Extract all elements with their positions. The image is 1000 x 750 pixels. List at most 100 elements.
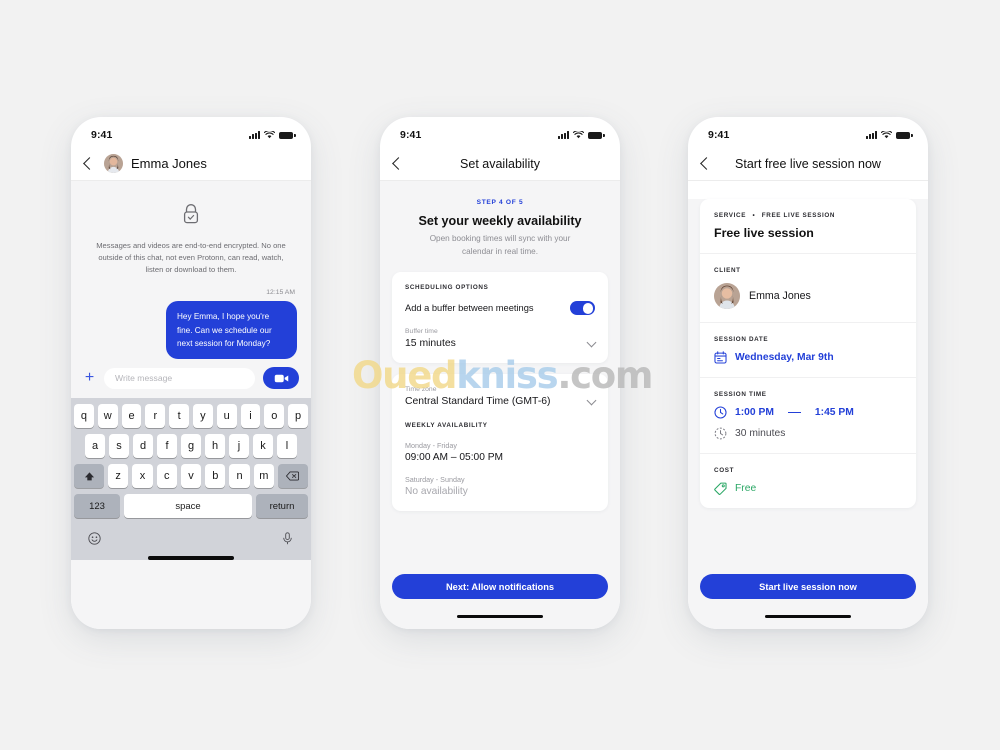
availability-body: STEP 4 OF 5 Set your weekly availability… — [380, 181, 620, 629]
buffer-toggle[interactable] — [570, 301, 595, 316]
key-n[interactable]: n — [229, 464, 250, 489]
key-return[interactable]: return — [256, 494, 308, 519]
availability-nav-bar: Set availability — [380, 147, 620, 181]
key-p[interactable]: p — [288, 404, 308, 429]
next-allow-notifications-button[interactable]: Next: Allow notifications — [392, 574, 608, 599]
microphone-icon[interactable] — [281, 532, 294, 545]
home-indicator — [765, 614, 851, 618]
session-time-row[interactable]: 1:00 PM 1:45 PM — [714, 406, 902, 419]
timezone-label: Time zone — [405, 386, 437, 394]
start-live-session-button[interactable]: Start live session now — [700, 574, 916, 599]
weekly-section-label: WEEKLY AVAILABILITY — [405, 422, 488, 430]
status-time: 9:41 — [400, 129, 422, 141]
buffer-toggle-label: Add a buffer between meetings — [405, 303, 534, 314]
contact-avatar — [714, 283, 740, 309]
buffer-toggle-row: Add a buffer between meetings — [405, 301, 595, 316]
message-row: Hey Emma, I hope you're fine. Can we sch… — [71, 301, 311, 360]
client-section: CLIENT Emma Jones — [700, 254, 916, 323]
keyboard-row-1: q w e r t y u i o p — [74, 404, 308, 429]
weekly-availability-block: WEEKLY AVAILABILITY Monday - Friday 09:0… — [405, 422, 595, 497]
key-i[interactable]: i — [240, 404, 261, 429]
key-v[interactable]: v — [180, 464, 202, 489]
message-input[interactable]: Write message — [104, 367, 255, 389]
timezone-field[interactable]: Time zone Central Standard Time (GMT-6) — [405, 386, 597, 407]
key-u[interactable]: u — [216, 404, 237, 429]
cost-row: Free — [714, 482, 902, 495]
session-time-label: SESSION TIME — [714, 391, 767, 398]
video-call-button[interactable] — [263, 367, 299, 390]
screenshot-canvas: 9:41 Emma Jones Messages and videos are … — [0, 0, 1000, 750]
page-title: Start free live session now — [735, 156, 881, 171]
key-numbers[interactable]: 123 — [74, 494, 120, 519]
availability-row[interactable]: Saturday - Sunday No availability — [405, 475, 595, 497]
status-bar: 9:41 — [71, 117, 311, 147]
battery-full-icon — [588, 131, 605, 139]
key-d[interactable]: d — [133, 434, 153, 459]
key-k[interactable]: k — [253, 434, 273, 459]
status-time: 9:41 — [708, 129, 730, 141]
message-timestamp: 12:15 AM — [266, 289, 295, 297]
session-nav-bar: Start free live session now — [688, 147, 928, 181]
key-g[interactable]: g — [181, 434, 201, 459]
availability-row[interactable]: Monday - Friday 09:00 AM – 05:00 PM — [405, 441, 595, 463]
cost-value: Free — [735, 483, 757, 494]
key-l[interactable]: l — [277, 434, 297, 459]
keyboard-bottom-bar — [74, 524, 308, 550]
status-icons — [249, 131, 296, 139]
step-subtitle: Open booking times will sync with your c… — [429, 234, 571, 256]
key-f[interactable]: f — [157, 434, 177, 459]
client-label: CLIENT — [714, 267, 741, 274]
key-j[interactable]: j — [229, 434, 249, 459]
chevron-left-icon[interactable] — [392, 157, 405, 170]
message-bubble-outgoing[interactable]: Hey Emma, I hope you're fine. Can we sch… — [166, 301, 297, 360]
chat-nav-bar: Emma Jones — [71, 147, 311, 181]
availability-days: Monday - Friday — [405, 441, 457, 451]
key-h[interactable]: h — [205, 434, 225, 459]
key-e[interactable]: e — [121, 404, 142, 429]
availability-hours: No availability — [405, 486, 468, 498]
key-w[interactable]: w — [97, 404, 118, 429]
step-header: STEP 4 OF 5 Set your weekly availability… — [392, 181, 608, 272]
key-z[interactable]: z — [108, 464, 129, 489]
service-title: Free live session — [714, 226, 814, 240]
key-c[interactable]: c — [156, 464, 177, 489]
key-t[interactable]: t — [169, 404, 189, 429]
key-o[interactable]: o — [264, 404, 285, 429]
shift-arrow-icon[interactable] — [74, 464, 105, 489]
key-r[interactable]: r — [145, 404, 166, 429]
chat-body: Messages and videos are end-to-end encry… — [71, 181, 311, 629]
tag-icon — [714, 482, 727, 495]
phone-mockup-session: 9:41 Start free live session now SERVICE… — [688, 117, 928, 629]
key-q[interactable]: q — [74, 404, 94, 429]
cost-label: COST — [714, 467, 735, 474]
key-y[interactable]: y — [193, 404, 213, 429]
chevron-down-icon[interactable] — [586, 337, 597, 348]
plus-icon[interactable]: + — [83, 370, 96, 386]
status-icons — [866, 131, 913, 139]
availability-hours: 09:00 AM – 05:00 PM — [405, 452, 503, 464]
calendar-icon — [714, 351, 727, 364]
chevron-down-icon[interactable] — [586, 395, 597, 406]
key-s[interactable]: s — [109, 434, 129, 459]
key-x[interactable]: x — [132, 464, 153, 489]
emoji-smiley-icon[interactable] — [88, 532, 101, 545]
backspace-icon[interactable] — [277, 464, 308, 489]
session-date-value: Wednesday, Mar 9th — [735, 352, 834, 363]
home-indicator — [457, 614, 543, 618]
key-a[interactable]: a — [85, 434, 105, 459]
client-row[interactable]: Emma Jones — [714, 283, 902, 309]
session-date-section: SESSION DATE Wednesday, Mar 9th — [700, 323, 916, 378]
chat-header[interactable]: Emma Jones — [94, 154, 207, 173]
wifi-icon — [881, 131, 892, 139]
chevron-left-icon[interactable] — [700, 157, 713, 170]
service-label-a: SERVICE — [714, 212, 747, 219]
key-b[interactable]: b — [205, 464, 226, 489]
key-space[interactable]: space — [124, 494, 252, 519]
key-m[interactable]: m — [253, 464, 274, 489]
buffer-time-field[interactable]: Buffer time 15 minutes — [405, 328, 597, 349]
on-screen-keyboard[interactable]: q w e r t y u i o p a s d f g h j k l z … — [71, 398, 311, 560]
service-label-b: FREE LIVE SESSION — [761, 212, 836, 219]
session-date-row[interactable]: Wednesday, Mar 9th — [714, 351, 902, 364]
status-bar: 9:41 — [380, 117, 620, 147]
nav-title-wrap: Set availability — [380, 155, 620, 173]
